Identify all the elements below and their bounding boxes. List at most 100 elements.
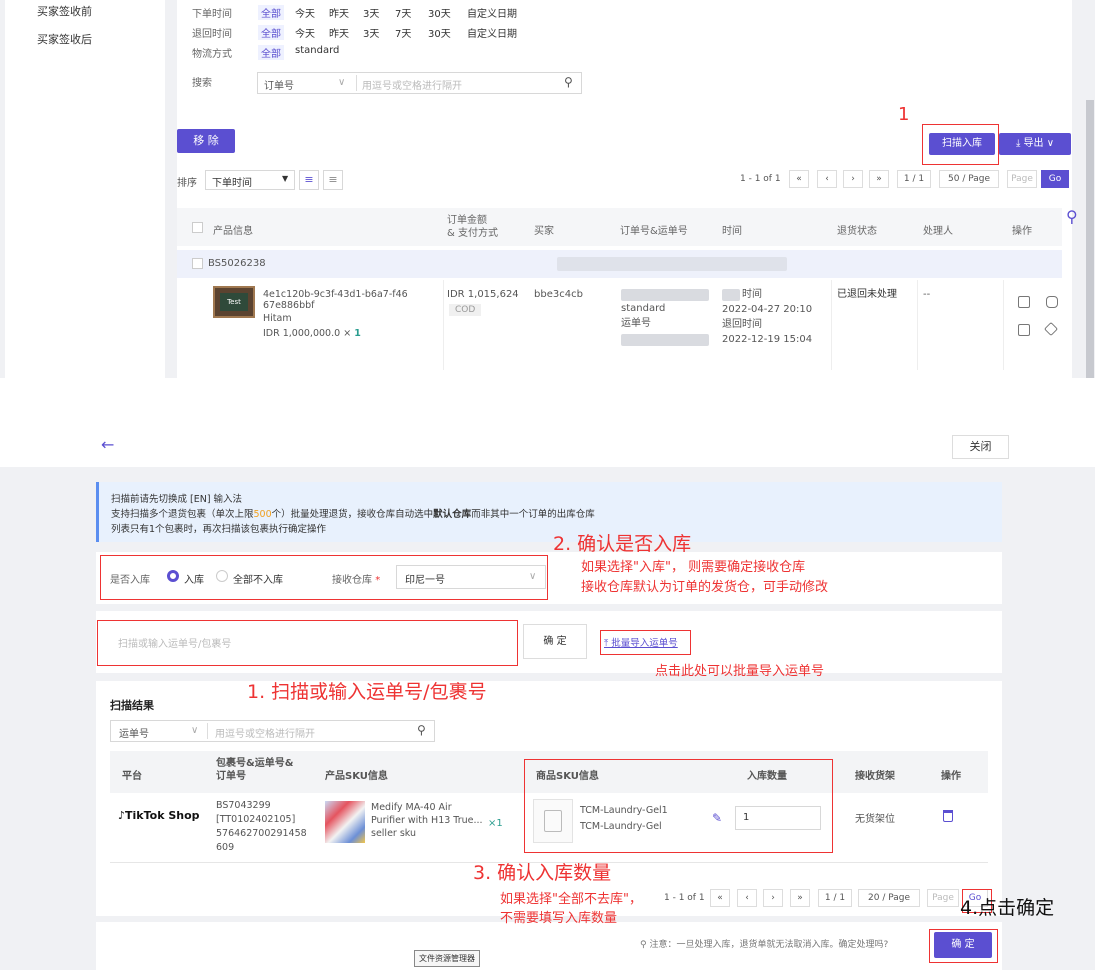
truck-icon[interactable] <box>1046 296 1058 308</box>
buyer-name: bbe3c4cb <box>534 289 583 300</box>
back-arrow-icon[interactable]: ← <box>101 435 114 454</box>
column-header: 产品信息 <box>213 226 253 237</box>
sort-asc-icon[interactable]: ≡ <box>323 170 343 190</box>
column-header: 时间 <box>722 226 742 237</box>
search-icon[interactable]: ⚲ <box>564 75 573 89</box>
export-button[interactable]: ⤓ 导出 ∨ <box>999 133 1071 155</box>
confirm-scan-button[interactable]: 确 定 <box>523 624 587 659</box>
filter-option[interactable]: 今天 <box>295 25 315 40</box>
filter-option[interactable]: 7天 <box>395 5 411 20</box>
order-time: 2022-04-27 20:10 <box>722 304 813 315</box>
sort-label: 排序 <box>177 178 197 189</box>
search-label: 搜索 <box>192 78 212 89</box>
column-header: 接收货架 <box>855 771 895 782</box>
sidebar-item-after-receipt[interactable]: 买家签收后 <box>37 31 92 47</box>
annotation-number: 1 <box>898 104 910 125</box>
page-size-select[interactable]: 20 / Page <box>858 889 920 907</box>
filter-option[interactable]: 全部 <box>258 45 284 60</box>
time-label: 时间 <box>742 289 762 300</box>
filter-option[interactable]: 7天 <box>395 25 411 40</box>
results-search-type[interactable]: 运单号 <box>119 725 149 740</box>
select-all-checkbox[interactable] <box>192 222 203 233</box>
notice-text: 个）批量处理退货，接收仓库自动选中 <box>271 509 434 520</box>
tiktok-shop-logo: ♪TikTok Shop <box>118 809 200 822</box>
go-button[interactable]: Go <box>1041 170 1069 188</box>
shipping-method: standard <box>621 303 666 314</box>
process-icon[interactable] <box>1018 296 1030 308</box>
footer-bar: ⚲ 注意：一旦处理入库，退货单就无法取消入库。确定处理吗? 确 定 文件资源管理… <box>96 922 1002 970</box>
filter-label-order-time: 下单时间 <box>192 9 232 20</box>
last-page-button[interactable]: » <box>790 889 810 907</box>
sort-select[interactable]: 下单时间 ▼ <box>205 170 295 190</box>
annotation-box <box>922 124 999 165</box>
sort-value: 下单时间 <box>212 178 252 189</box>
close-button[interactable]: 关闭 <box>952 435 1009 459</box>
price-value: IDR 1,000,000.0 <box>263 328 341 339</box>
annotation-step-1: 1. 扫描或输入运单号/包裹号 <box>247 681 487 703</box>
filter-option[interactable]: standard <box>295 45 339 56</box>
chevron-down-icon: ∨ <box>191 725 199 736</box>
annotation-box <box>97 620 518 666</box>
scrollbar[interactable] <box>1086 100 1094 378</box>
filter-option[interactable]: 3天 <box>363 5 379 20</box>
filter-option[interactable]: 自定义日期 <box>467 5 517 20</box>
filter-option[interactable]: 今天 <box>295 5 315 20</box>
filter-option[interactable]: 昨天 <box>329 25 349 40</box>
remove-button[interactable]: 移 除 <box>177 129 235 153</box>
filter-option[interactable]: 30天 <box>428 25 451 40</box>
tag-icon[interactable] <box>1043 321 1059 337</box>
search-box[interactable]: 订单号 ∨ 用逗号或空格进行隔开 ⚲ <box>257 72 582 94</box>
sidebar-item-before-receipt[interactable]: 买家签收前 <box>37 3 92 19</box>
shelf-value: 无货架位 <box>855 814 895 825</box>
filter-option[interactable]: 昨天 <box>329 5 349 20</box>
column-header: 买家 <box>534 226 554 237</box>
search-icon[interactable]: ⚲ <box>417 723 426 737</box>
notice-banner: 扫描前请先切换成 [EN] 输入法 支持扫描多个退货包裹（单次上限500个）批量… <box>96 482 1002 542</box>
notice-line: 列表只有1个包裹时，再次扫描该包裹执行确定操作 <box>111 524 327 535</box>
trash-icon[interactable] <box>943 810 953 822</box>
search-type-select[interactable]: 订单号 <box>264 77 294 92</box>
first-page-button[interactable]: « <box>710 889 730 907</box>
search-icon[interactable]: ⚲ <box>1066 207 1078 226</box>
first-page-button[interactable]: « <box>789 170 809 188</box>
page-input[interactable]: Page <box>927 889 959 907</box>
pager-info: 1 - 1 of 1 <box>664 893 705 903</box>
annotation-box <box>100 555 548 600</box>
filter-option[interactable]: 30天 <box>428 5 451 20</box>
results-search-input[interactable]: 用逗号或空格进行隔开 <box>215 725 315 740</box>
blurred-info <box>722 289 740 301</box>
filter-option[interactable]: 3天 <box>363 25 379 40</box>
prev-page-button[interactable]: ‹ <box>817 170 837 188</box>
divider <box>207 723 208 739</box>
next-page-button[interactable]: › <box>763 889 783 907</box>
scan-inbound-screen: ← 关闭 扫描前请先切换成 [EN] 输入法 支持扫描多个退货包裹（单次上限50… <box>0 425 1095 970</box>
annotation-note: 接收仓库默认为订单的发货仓，可手动修改 <box>581 580 829 595</box>
chevron-down-icon: ∨ <box>338 77 346 88</box>
chalkboard-image: Test <box>220 293 248 311</box>
product-name: Medify MA-40 Air Purifier with H13 True.… <box>371 802 483 839</box>
annotation-step-2: 2. 确认是否入库 <box>553 533 692 555</box>
last-page-button[interactable]: » <box>869 170 889 188</box>
order-list-screen: 买家签收前 买家签收后 下单时间 全部 今天 昨天 3天 7天 30天 自定义日… <box>0 0 1095 378</box>
sort-desc-icon[interactable]: ≡ <box>299 170 319 190</box>
annotation-note: 如果选择"入库"， 则需要确定接收仓库 <box>581 560 806 575</box>
page-size-select[interactable]: 50 / Page <box>939 170 999 188</box>
row-checkbox[interactable] <box>192 258 203 269</box>
qty-x: × <box>343 328 352 339</box>
results-search-box[interactable]: 运单号 ∨ 用逗号或空格进行隔开 ⚲ <box>110 720 435 742</box>
notice-line: 扫描前请先切换成 [EN] 输入法 <box>111 494 243 505</box>
next-page-button[interactable]: › <box>843 170 863 188</box>
column-header: 操作 <box>1012 226 1032 237</box>
export-icon[interactable] <box>1018 324 1030 336</box>
prev-page-button[interactable]: ‹ <box>737 889 757 907</box>
divider <box>356 75 357 91</box>
filter-option[interactable]: 全部 <box>258 5 284 20</box>
filter-option[interactable]: 全部 <box>258 25 284 40</box>
filter-label-return-time: 退回时间 <box>192 29 232 40</box>
page-input[interactable]: Page <box>1007 170 1037 188</box>
annotation-note: 点击此处可以批量导入运单号 <box>655 664 825 679</box>
filter-option[interactable]: 自定义日期 <box>467 25 517 40</box>
product-image <box>325 801 365 843</box>
annotation-step-4: 4.点击确定 <box>960 897 1055 919</box>
search-input[interactable]: 用逗号或空格进行隔开 <box>362 77 462 92</box>
